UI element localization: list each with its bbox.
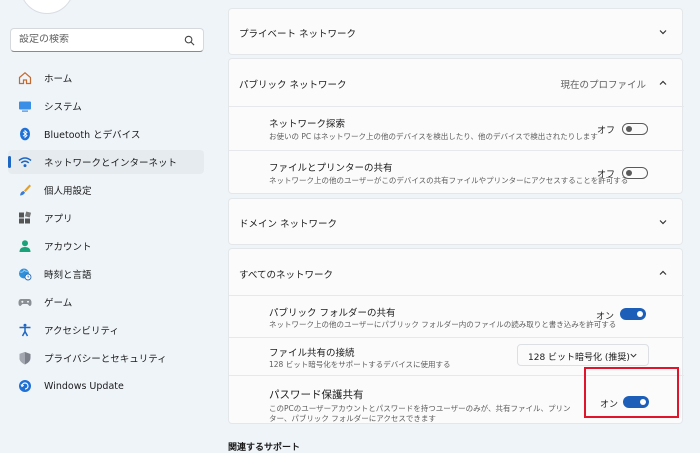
sidebar-item-label: ゲーム bbox=[44, 298, 73, 309]
sidebar-item-label: 個人用設定 bbox=[44, 186, 92, 197]
sidebar-item-label: アクセシビリティ bbox=[44, 326, 119, 337]
sidebar-item-label: ホーム bbox=[44, 74, 73, 85]
sidebar-item-accessibility[interactable]: アクセシビリティ bbox=[8, 318, 204, 342]
file-sharing-connections-desc: 128 ビット暗号化をサポートするデバイスに使用する bbox=[269, 360, 451, 369]
search-icon[interactable] bbox=[184, 35, 195, 46]
current-profile-label: 現在のプロファイル bbox=[560, 80, 646, 91]
bluetooth-icon bbox=[18, 127, 32, 141]
network-discovery-row: ネットワーク探索 お使いの PC はネットワーク上の他のデバイスを検出したり、他… bbox=[229, 106, 684, 150]
chevron-down-icon[interactable] bbox=[658, 27, 668, 37]
sidebar-item-label: ネットワークとインターネット bbox=[44, 158, 178, 169]
all-networks-title: すべてのネットワーク bbox=[239, 270, 333, 281]
public-folder-sharing-desc: ネットワーク上の他のユーザーにパブリック フォルダー内のファイルの読み取りと書き… bbox=[269, 320, 617, 329]
toggle-state-label: オン bbox=[596, 312, 615, 322]
sidebar-item-label: Bluetooth とデバイス bbox=[44, 130, 141, 141]
network-discovery-desc: お使いの PC はネットワーク上の他のデバイスを検出したり、他のデバイスで検出さ… bbox=[269, 132, 598, 141]
network-discovery-toggle[interactable] bbox=[622, 123, 648, 135]
selection-indicator bbox=[8, 156, 11, 168]
brush-icon bbox=[18, 183, 32, 197]
globe-clock-icon bbox=[18, 267, 32, 281]
sidebar-item-label: 時刻と言語 bbox=[44, 270, 92, 281]
public-folder-sharing-toggle[interactable] bbox=[620, 308, 646, 320]
sidebar-item-windows-update[interactable]: Windows Update bbox=[8, 374, 204, 398]
encryption-dropdown[interactable]: 128 ビット暗号化 (推奨) bbox=[517, 344, 649, 366]
password-protected-sharing-title: パスワード保護共有 bbox=[269, 389, 364, 401]
sidebar-item-personalization[interactable]: 個人用設定 bbox=[8, 178, 204, 202]
apps-icon bbox=[18, 211, 32, 225]
chevron-up-icon[interactable] bbox=[658, 78, 668, 88]
public-network-title: パブリック ネットワーク bbox=[239, 80, 347, 91]
search-input[interactable] bbox=[19, 34, 179, 45]
file-printer-sharing-row: ファイルとプリンターの共有 ネットワーク上の他のユーザーがこのデバイスの共有ファ… bbox=[229, 150, 684, 194]
public-folder-sharing-row: パブリック フォルダーの共有 ネットワーク上の他のユーザーにパブリック フォルダ… bbox=[229, 295, 684, 337]
chevron-down-icon[interactable] bbox=[658, 217, 668, 227]
sidebar-item-privacy-security[interactable]: プライバシーとセキュリティ bbox=[8, 346, 204, 370]
encryption-dropdown-value: 128 ビット暗号化 (推奨) bbox=[528, 353, 630, 363]
public-folder-sharing-title: パブリック フォルダーの共有 bbox=[269, 308, 396, 319]
sidebar-item-time-language[interactable]: 時刻と言語 bbox=[8, 262, 204, 286]
sidebar-item-apps[interactable]: アプリ bbox=[8, 206, 204, 230]
avatar bbox=[20, 0, 74, 14]
sidebar-item-system[interactable]: システム bbox=[8, 94, 204, 118]
sidebar-item-label: プライバシーとセキュリティ bbox=[44, 354, 167, 365]
search-box[interactable] bbox=[10, 28, 204, 52]
home-icon bbox=[18, 71, 32, 85]
sidebar-item-gaming[interactable]: ゲーム bbox=[8, 290, 204, 314]
domain-network-title: ドメイン ネットワーク bbox=[239, 219, 338, 230]
network-discovery-title: ネットワーク探索 bbox=[269, 119, 346, 130]
toggle-state-label: オフ bbox=[597, 170, 616, 180]
shield-icon bbox=[18, 351, 32, 365]
private-network-title: プライベート ネットワーク bbox=[239, 29, 357, 40]
toggle-knob bbox=[626, 170, 632, 176]
chevron-down-icon bbox=[630, 353, 637, 358]
sidebar-item-home[interactable]: ホーム bbox=[8, 66, 204, 90]
chevron-up-icon[interactable] bbox=[658, 268, 668, 278]
red-highlight-box bbox=[584, 367, 679, 418]
sidebar-nav: ホーム システム Bluetooth とデバイス ネットワークとインターネット … bbox=[0, 66, 212, 402]
private-network-card[interactable]: プライベート ネットワーク bbox=[228, 8, 683, 55]
account-icon bbox=[18, 239, 32, 253]
sidebar-item-network[interactable]: ネットワークとインターネット bbox=[8, 150, 204, 174]
file-printer-sharing-title: ファイルとプリンターの共有 bbox=[269, 163, 393, 174]
toggle-knob bbox=[626, 126, 632, 132]
related-support-heading: 関連するサポート bbox=[228, 443, 301, 453]
file-sharing-connections-title: ファイル共有の接続 bbox=[269, 348, 355, 359]
system-icon bbox=[18, 99, 32, 113]
public-network-card: パブリック ネットワーク 現在のプロファイル ネットワーク探索 お使いの PC … bbox=[228, 58, 684, 194]
wifi-icon bbox=[18, 155, 32, 169]
domain-network-card[interactable]: ドメイン ネットワーク bbox=[228, 198, 683, 245]
sidebar-item-label: Windows Update bbox=[44, 380, 124, 392]
toggle-state-label: オフ bbox=[597, 126, 616, 136]
password-protected-sharing-desc-line2: ター、パブリック フォルダーにアクセスできます bbox=[269, 414, 436, 423]
file-printer-sharing-desc: ネットワーク上の他のユーザーがこのデバイスの共有ファイルやプリンターにアクセスす… bbox=[269, 176, 629, 185]
sidebar-item-accounts[interactable]: アカウント bbox=[8, 234, 204, 258]
sidebar-item-label: システム bbox=[44, 102, 82, 113]
accessibility-icon bbox=[18, 323, 32, 337]
sidebar-item-bluetooth[interactable]: Bluetooth とデバイス bbox=[8, 122, 204, 146]
sidebar-item-label: アプリ bbox=[44, 214, 73, 225]
gamepad-icon bbox=[18, 295, 32, 309]
sidebar-item-label: アカウント bbox=[44, 242, 92, 253]
update-icon bbox=[18, 379, 32, 393]
file-printer-sharing-toggle[interactable] bbox=[622, 167, 648, 179]
toggle-knob bbox=[637, 311, 643, 317]
